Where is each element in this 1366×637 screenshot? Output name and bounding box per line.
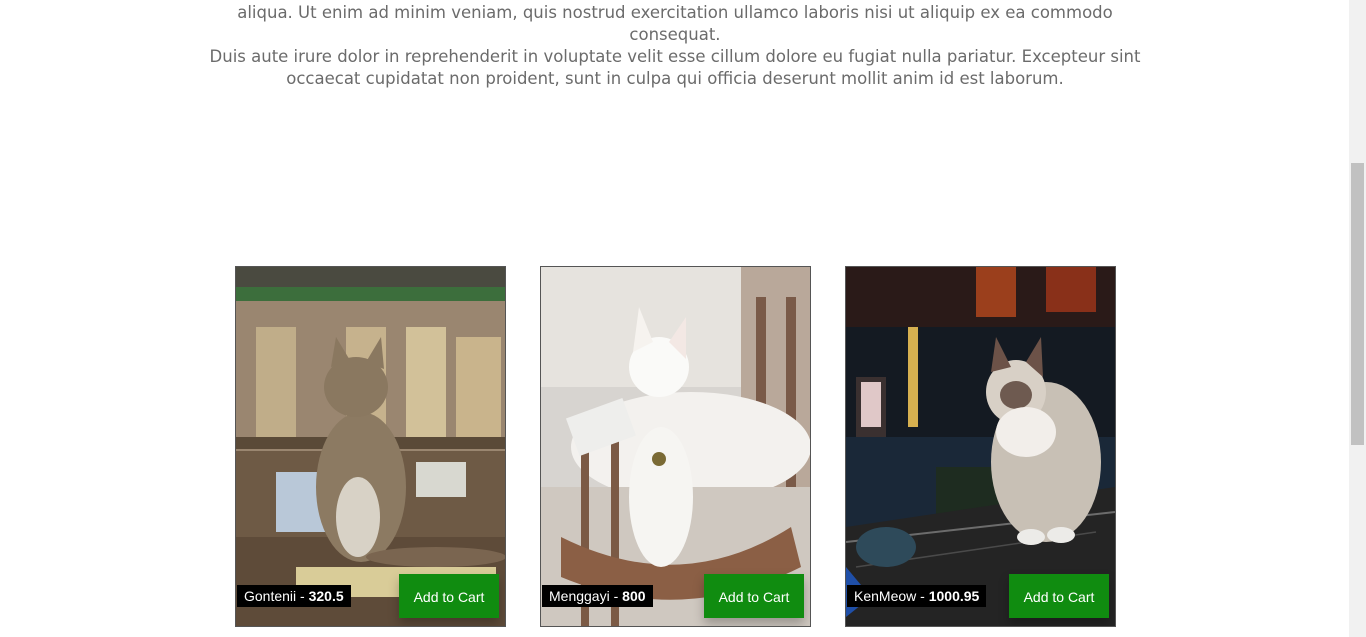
product-card: Gontenii - 320.5 Add to Cart <box>235 266 506 627</box>
caption-separator: - <box>916 588 929 604</box>
scrollbar-thumb[interactable] <box>1351 163 1364 445</box>
product-caption: Menggayi - 800 <box>542 585 653 607</box>
product-price: 1000.95 <box>928 588 980 604</box>
intro-line: occaecat cupidatat non proident, sunt in… <box>286 69 1064 88</box>
intro-line: Duis aute irure dolor in reprehenderit i… <box>209 47 1141 66</box>
product-caption: KenMeow - 1000.95 <box>847 585 987 607</box>
product-price: 800 <box>622 588 646 604</box>
intro-paragraph: aliqua. Ut enim ad minim veniam, quis no… <box>205 2 1145 90</box>
page: aliqua. Ut enim ad minim veniam, quis no… <box>0 0 1366 637</box>
product-name: Menggayi <box>549 588 610 604</box>
product-caption: Gontenii - 320.5 <box>237 585 351 607</box>
product-name: Gontenii <box>244 588 297 604</box>
caption-separator: - <box>609 588 623 604</box>
product-card: KenMeow - 1000.95 Add to Cart <box>845 266 1116 627</box>
product-grid: Gontenii - 320.5 Add to Cart Menggayi - … <box>235 266 1116 627</box>
product-card: Menggayi - 800 Add to Cart <box>540 266 811 627</box>
ragdoll-cat-photo <box>846 267 1115 626</box>
product-name: KenMeow <box>854 588 917 604</box>
caption-separator: - <box>296 588 309 604</box>
add-to-cart-button[interactable]: Add to Cart <box>399 574 499 618</box>
add-to-cart-button[interactable]: Add to Cart <box>1009 574 1109 618</box>
product-price: 320.5 <box>308 588 344 604</box>
tabby-cat-photo <box>236 267 505 626</box>
intro-line: aliqua. Ut enim ad minim veniam, quis no… <box>237 3 1113 44</box>
add-to-cart-button[interactable]: Add to Cart <box>704 574 804 618</box>
white-cat-photo <box>541 267 810 626</box>
vertical-scrollbar[interactable] <box>1349 0 1366 637</box>
